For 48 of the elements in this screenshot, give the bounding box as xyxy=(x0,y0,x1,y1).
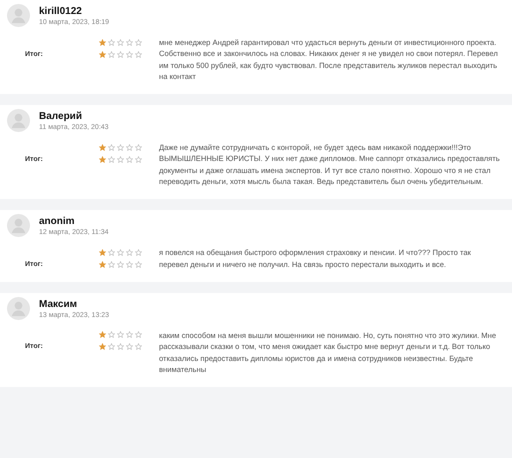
empty-star-icon xyxy=(117,38,124,46)
empty-star-icon xyxy=(117,260,124,268)
empty-star-icon xyxy=(117,331,124,338)
empty-star-icon xyxy=(135,331,142,338)
empty-star-icon xyxy=(126,248,133,256)
empty-star-icon xyxy=(126,144,133,151)
empty-star-icon xyxy=(135,38,142,46)
filled-star-icon xyxy=(99,331,106,338)
empty-star-icon xyxy=(135,144,142,151)
author-name: Валерий xyxy=(39,111,83,122)
empty-star-icon xyxy=(126,50,133,58)
empty-star-icon xyxy=(117,50,124,58)
empty-star-icon xyxy=(117,156,124,163)
empty-star-icon xyxy=(117,144,124,151)
empty-star-icon xyxy=(126,331,133,338)
empty-star-icon xyxy=(126,156,133,163)
empty-star-icon xyxy=(126,343,133,350)
empty-star-icon xyxy=(108,50,115,58)
empty-star-icon xyxy=(108,38,115,46)
empty-star-icon xyxy=(135,248,142,256)
empty-star-icon xyxy=(117,343,124,350)
empty-star-icon xyxy=(108,331,115,338)
filled-star-icon xyxy=(99,260,106,268)
empty-star-icon xyxy=(108,248,115,256)
filled-star-icon xyxy=(99,50,106,58)
empty-star-icon xyxy=(108,156,115,163)
author-name: anonim xyxy=(39,216,76,228)
author-name: kirill0122 xyxy=(39,6,83,17)
empty-star-icon xyxy=(126,260,133,268)
empty-star-icon xyxy=(108,343,115,350)
avatar-icon xyxy=(7,214,30,238)
empty-star-icon xyxy=(117,248,124,256)
filled-star-icon xyxy=(99,248,106,256)
empty-star-icon xyxy=(108,144,115,151)
avatar-icon xyxy=(7,109,30,132)
empty-star-icon xyxy=(108,260,115,268)
filled-star-icon xyxy=(99,156,106,163)
filled-star-icon xyxy=(99,144,106,151)
avatar-icon xyxy=(7,4,30,27)
empty-star-icon xyxy=(135,156,142,163)
avatar-icon xyxy=(7,296,30,320)
filled-star-icon xyxy=(99,38,106,46)
empty-star-icon xyxy=(135,260,142,268)
empty-star-icon xyxy=(135,50,142,58)
filled-star-icon xyxy=(99,343,106,350)
empty-star-icon xyxy=(126,38,133,46)
author-name: Максим xyxy=(39,298,78,310)
empty-star-icon xyxy=(135,343,142,350)
